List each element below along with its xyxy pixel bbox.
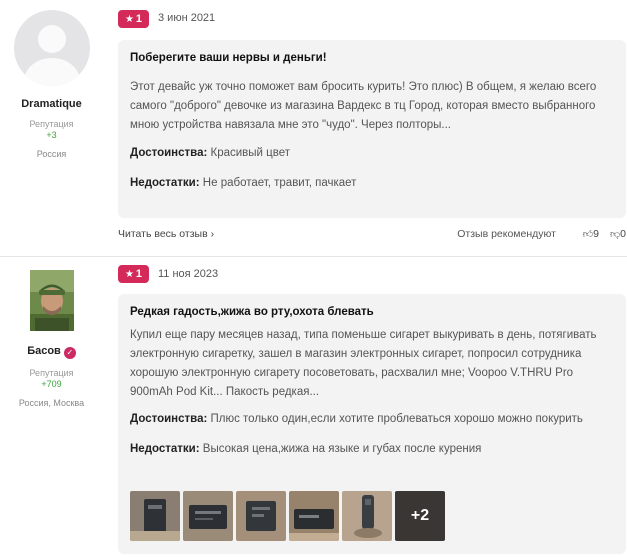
star-icon: ★ bbox=[124, 13, 134, 25]
rating-badge: ★ 1 bbox=[118, 265, 149, 283]
pros-text: Плюс только один,если хотите проблеватьс… bbox=[210, 413, 583, 425]
review-date: 3 июн 2021 bbox=[158, 12, 216, 24]
reputation-label: Репутация bbox=[29, 119, 74, 129]
star-icon: ★ bbox=[124, 268, 134, 280]
review-text: Этот девайс уж точно поможет вам бросить… bbox=[130, 81, 597, 131]
photo-gallery: +2 bbox=[130, 491, 445, 541]
recommend-label: Отзыв рекомендуют bbox=[457, 228, 556, 240]
review-footer: Читать весь отзыв › Отзыв рекомендуют 👍︎… bbox=[118, 228, 626, 244]
pros: Достоинства: Плюс только один,если хотит… bbox=[130, 410, 614, 429]
pros-label: Достоинства: bbox=[130, 147, 208, 159]
cons-label: Недостатки: bbox=[130, 177, 200, 189]
avatar[interactable] bbox=[13, 10, 90, 86]
pros-label: Достоинства: bbox=[130, 413, 208, 425]
reputation-label: Репутация bbox=[29, 368, 74, 378]
read-more-link[interactable]: Читать весь отзыв › bbox=[118, 228, 214, 240]
more-photos-button[interactable]: +2 bbox=[395, 491, 445, 541]
review-title[interactable]: Редкая гадость,жижа во рту,охота блевать bbox=[130, 306, 614, 318]
cons-text: Не работает, травит, пачкает bbox=[202, 177, 357, 189]
user-info: Басов ✓ Репутация +709 Россия, Москва bbox=[0, 270, 103, 408]
pros-text: Красивый цвет bbox=[210, 147, 291, 159]
user-info: Dramatique Репутация +3 Россия bbox=[0, 10, 103, 159]
chevron-right-icon: › bbox=[210, 228, 215, 240]
thumbs-down-icon: 👎︎ bbox=[610, 229, 621, 240]
review-title[interactable]: Поберегите ваши нервы и деньги! bbox=[130, 52, 614, 64]
review-body: Поберегите ваши нервы и деньги! Этот дев… bbox=[118, 40, 626, 218]
dislike-count: 0 bbox=[620, 228, 626, 240]
pros: Достоинства: Красивый цвет bbox=[130, 144, 614, 163]
like-count: 9 bbox=[593, 228, 599, 240]
review-card: Dramatique Репутация +3 Россия ★ 1 3 июн… bbox=[0, 0, 627, 257]
review-photo[interactable] bbox=[236, 491, 286, 541]
cons: Недостатки: Высокая цена,жижа на языке и… bbox=[130, 440, 614, 459]
review-photo[interactable] bbox=[183, 491, 233, 541]
cons-text: Высокая цена,жижа на языке и губах после… bbox=[202, 443, 482, 455]
avatar[interactable] bbox=[29, 270, 74, 331]
rating-badge: ★ 1 bbox=[118, 10, 149, 28]
rating-value: 1 bbox=[135, 13, 143, 25]
review-photo[interactable] bbox=[130, 491, 180, 541]
review-card: Басов ✓ Репутация +709 Россия, Москва ★ 1… bbox=[0, 257, 627, 557]
reputation-value: +709 bbox=[41, 379, 62, 389]
user-location: Россия, Москва bbox=[18, 398, 85, 408]
verified-icon: ✓ bbox=[63, 347, 76, 359]
review-photo[interactable] bbox=[289, 491, 339, 541]
review-text: Купил еще пару месяцев назад, типа помен… bbox=[130, 329, 597, 398]
cons-label: Недостатки: bbox=[130, 443, 200, 455]
rating-value: 1 bbox=[135, 268, 143, 280]
username[interactable]: Басов ✓ bbox=[0, 345, 103, 359]
dislike-button[interactable]: 👎︎0 bbox=[610, 228, 626, 240]
reputation-value: +3 bbox=[46, 130, 57, 140]
thumbs-up-icon: 👍︎ bbox=[582, 229, 594, 240]
like-button[interactable]: 👍︎9 bbox=[583, 228, 599, 240]
review-body: Редкая гадость,жижа во рту,охота блевать… bbox=[118, 294, 626, 554]
review-photo[interactable] bbox=[342, 491, 392, 541]
username[interactable]: Dramatique bbox=[0, 98, 103, 110]
user-location: Россия bbox=[36, 149, 67, 159]
cons: Недостатки: Не работает, травит, пачкает bbox=[130, 174, 614, 193]
review-date: 11 ноя 2023 bbox=[158, 268, 219, 280]
